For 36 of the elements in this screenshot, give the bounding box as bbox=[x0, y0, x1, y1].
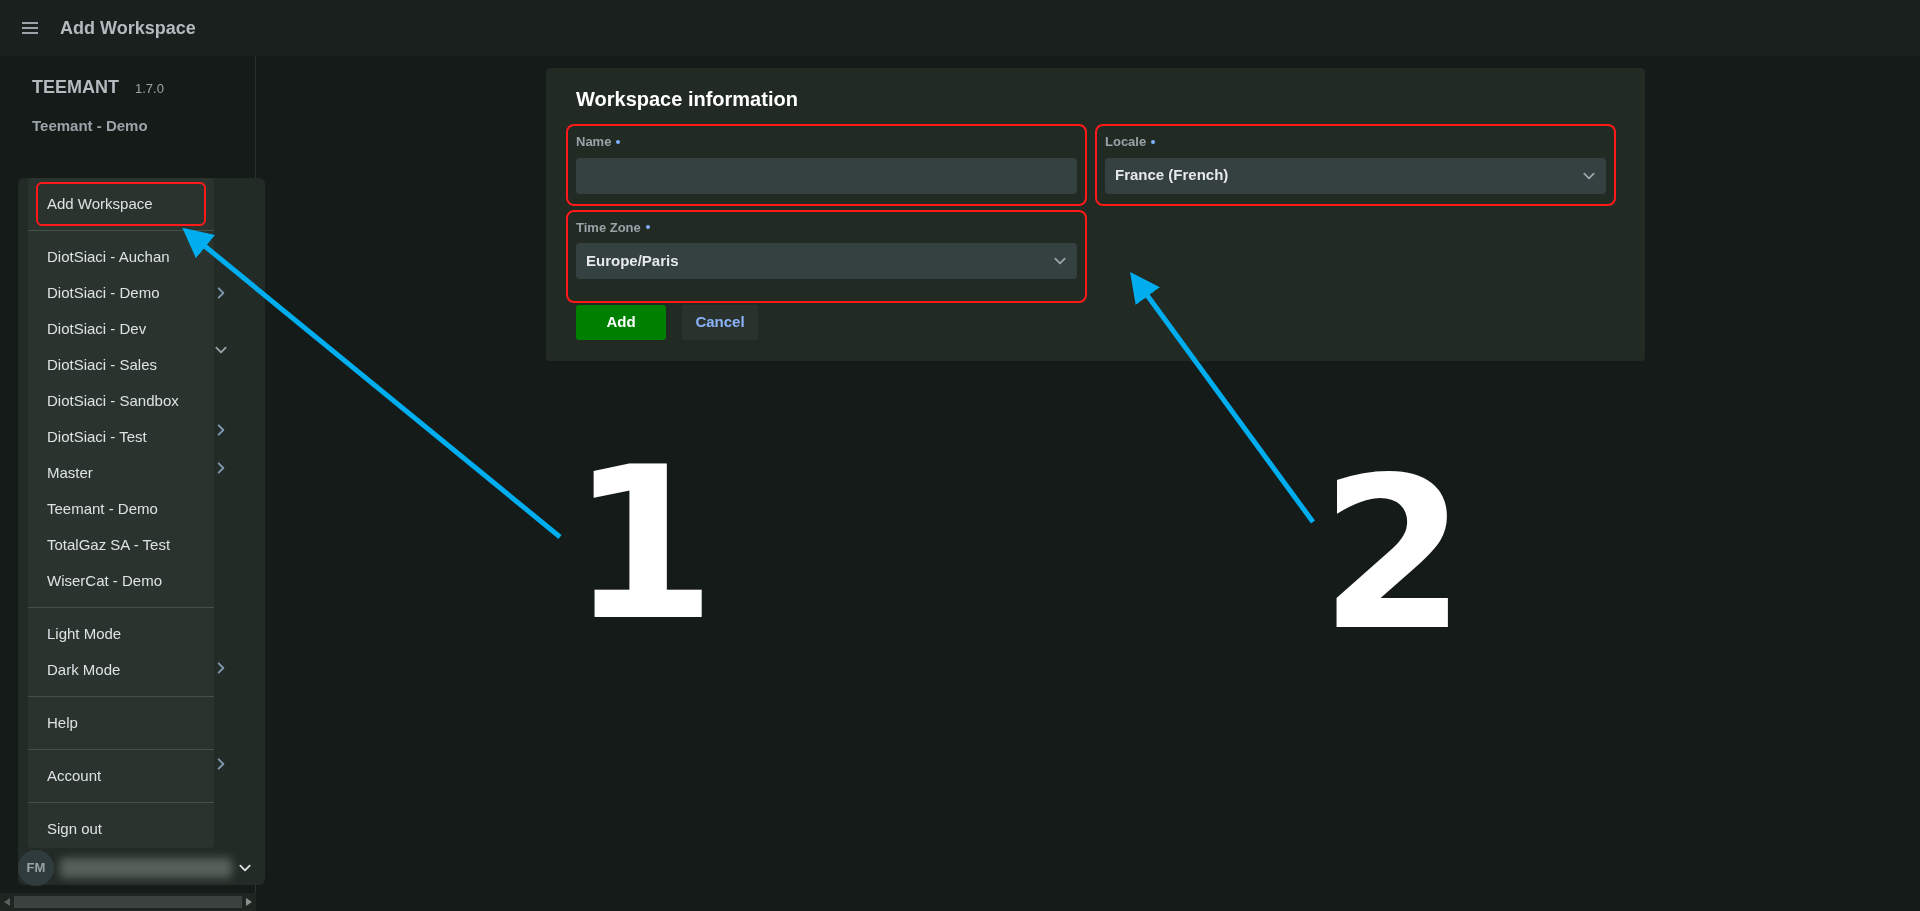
user-avatar[interactable]: FM bbox=[18, 850, 54, 886]
menu-item[interactable]: Dark Mode bbox=[36, 652, 206, 688]
menu-item[interactable]: Teemant - Demo bbox=[36, 491, 206, 527]
menu-item[interactable]: DiotSiaci - Dev bbox=[36, 311, 206, 347]
annotation-number: 2 bbox=[1320, 450, 1467, 660]
workspace-name: Teemant - Demo bbox=[32, 116, 149, 136]
menu-item[interactable]: WiserCat - Demo bbox=[36, 563, 206, 599]
field-label: Locale bbox=[1105, 133, 1147, 151]
add-button[interactable]: Add bbox=[576, 305, 666, 340]
menu-item[interactable]: Help bbox=[36, 705, 206, 741]
menu-item[interactable]: TotalGaz SA - Test bbox=[36, 527, 206, 563]
menu-item[interactable]: Account bbox=[36, 758, 206, 794]
menu-item[interactable]: DiotSiaci - Demo bbox=[36, 275, 206, 311]
field-label: Name bbox=[576, 133, 612, 151]
name-input-field[interactable] bbox=[576, 157, 1077, 194]
app-name: TEEMANT bbox=[32, 76, 119, 99]
menu-item[interactable]: Add Workspace bbox=[36, 182, 206, 226]
select-field[interactable]: France (French) bbox=[1105, 157, 1606, 194]
scroll-left-icon[interactable] bbox=[4, 898, 10, 906]
card-title: Workspace information bbox=[576, 87, 799, 112]
menu-item[interactable]: DiotSiaci - Auchan bbox=[36, 239, 206, 275]
page-title: Add Workspace bbox=[60, 16, 196, 40]
app-version: 1.7.0 bbox=[135, 80, 164, 98]
field-label: Time Zone bbox=[576, 218, 641, 237]
select-field[interactable]: Europe/Paris bbox=[576, 243, 1077, 279]
menu-item[interactable]: Light Mode bbox=[36, 616, 206, 652]
menu-item[interactable]: Sign out bbox=[36, 811, 206, 847]
menu-item[interactable]: DiotSiaci - Sandbox bbox=[36, 383, 206, 419]
menu-item[interactable]: Master bbox=[36, 455, 206, 491]
horizontal-scrollbar[interactable] bbox=[0, 893, 256, 911]
menu-item[interactable]: DiotSiaci - Sales bbox=[36, 347, 206, 383]
menu-icon[interactable] bbox=[22, 21, 38, 35]
scroll-right-icon[interactable] bbox=[246, 898, 252, 906]
menu-item[interactable]: DiotSiaci - Test bbox=[36, 419, 206, 455]
cancel-button[interactable]: Cancel bbox=[682, 305, 758, 340]
annotation-number: 1 bbox=[570, 440, 717, 650]
